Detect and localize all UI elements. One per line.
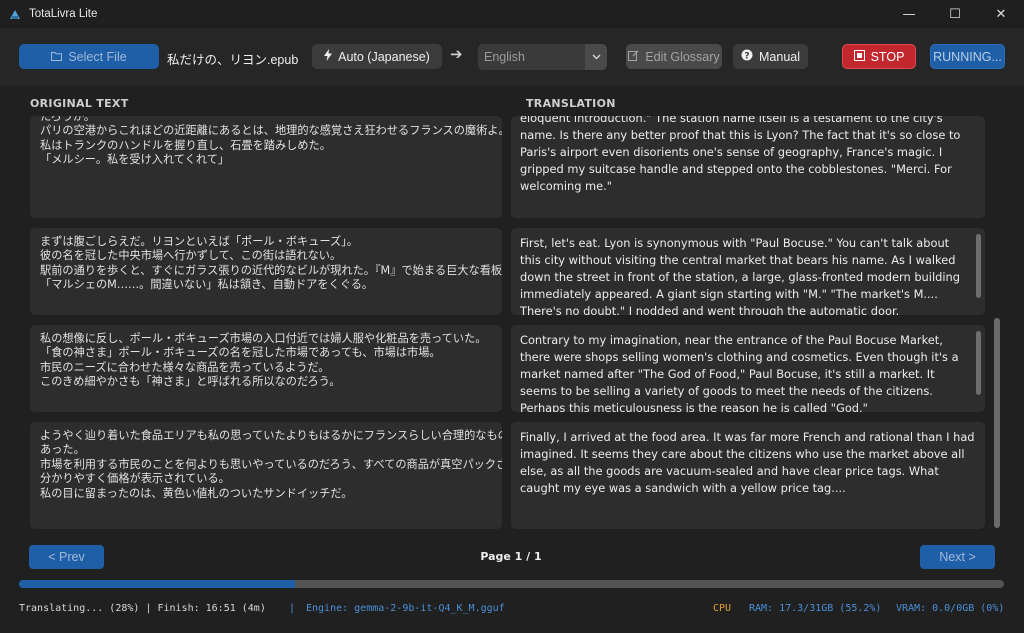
edit-glossary-button[interactable]: Edit Glossary bbox=[626, 44, 722, 69]
manual-button[interactable]: ? Manual bbox=[733, 44, 808, 69]
stop-icon bbox=[853, 49, 865, 64]
edit-glossary-label: Edit Glossary bbox=[645, 49, 720, 64]
translation-text: eloquent introduction." The station name… bbox=[520, 116, 961, 194]
translation-status: Translating... (28%) | Finish: 16:51 (4m… bbox=[19, 603, 266, 614]
arrow-right-icon: ➔ bbox=[450, 45, 463, 63]
manual-label: Manual bbox=[759, 49, 800, 64]
text-line: 「食の神さま」ポール・ボキューズの名を冠した市場であっても、市場は市場。 bbox=[40, 346, 441, 360]
translation-text: Contrary to my imagination, near the ent… bbox=[520, 333, 959, 412]
status-separator: | bbox=[289, 603, 296, 614]
text-line: 私の目に留まったのは、黄色い値札のついたサンドイッチだ。 bbox=[40, 486, 353, 500]
text-line: 市民のニーズに合わせた様々な商品を売っているようだ。 bbox=[40, 360, 330, 374]
page-indicator: Page 1 / 1 bbox=[480, 550, 542, 563]
ram-usage: RAM: 17.3/31GB (55.2%) bbox=[749, 603, 882, 614]
translation-text: First, let's eat. Lyon is synonymous wit… bbox=[520, 236, 960, 315]
stop-button[interactable]: STOP bbox=[842, 44, 916, 69]
close-button[interactable]: ✕ bbox=[978, 0, 1024, 28]
help-icon: ? bbox=[741, 49, 753, 64]
title-bar: TotaLivra Lite — ☐ ✕ bbox=[0, 0, 1024, 28]
select-file-label: Select File bbox=[68, 49, 127, 64]
source-language-label: Auto (Japanese) bbox=[338, 49, 430, 64]
text-line: 市場を利用する市民のことを何よりも思いやっているのだろう、すべての商品が真空パッ… bbox=[40, 457, 502, 471]
prev-page-button[interactable]: < Prev bbox=[29, 545, 104, 569]
stop-label: STOP bbox=[870, 49, 905, 64]
text-line: 彼の名を冠した中央市場へ行かずして、この街は語れない。 bbox=[40, 249, 342, 263]
next-page-button[interactable]: Next > bbox=[920, 545, 995, 569]
cpu-indicator: CPU bbox=[713, 603, 732, 614]
translation-text-box[interactable]: First, let's eat. Lyon is synonymous wit… bbox=[511, 228, 985, 315]
text-line: 「マルシェのM……。間違いない」私は頷き、自動ドアをくぐる。 bbox=[40, 278, 374, 292]
original-text-box[interactable]: まずは腹ごしらえだ。リヨンといえば「ポール・ボキューズ」。 彼の名を冠した中央市… bbox=[30, 228, 502, 315]
translation-text-box[interactable]: Contrary to my imagination, near the ent… bbox=[511, 325, 985, 412]
text-line: 分かりやすく価格が表示されている。 bbox=[40, 472, 230, 486]
text-line: ようやく辿り着いた食品エリアも私の思っていたよりもはるかにフランスらしい合理的な… bbox=[40, 429, 502, 442]
translation-scrollbar[interactable] bbox=[976, 234, 981, 298]
file-name: 私だけの、リヨン.epub bbox=[167, 53, 299, 67]
translation-text: Finally, I arrived at the food area. It … bbox=[520, 430, 975, 496]
folder-icon bbox=[51, 50, 63, 64]
running-label: RUNNING... bbox=[933, 49, 1002, 64]
translation-text-box[interactable]: Finally, I arrived at the food area. It … bbox=[511, 422, 985, 529]
text-line: 「メルシー。私を受け入れてくれて」 bbox=[40, 153, 230, 167]
maximize-button[interactable]: ☐ bbox=[932, 0, 978, 28]
original-text-box[interactable]: 私の想像に反し、ポール・ボキューズ市場の入口付近では婦人服や化粧品を売っていた。… bbox=[30, 325, 502, 412]
app-logo-icon bbox=[9, 8, 21, 20]
main-scrollbar-thumb[interactable] bbox=[994, 318, 1000, 528]
translation-progress-bar bbox=[19, 580, 1004, 588]
engine-info: Engine: gemma-2-9b-it-Q4_K_M.gguf bbox=[306, 603, 505, 614]
svg-text:?: ? bbox=[744, 51, 749, 61]
lightning-icon bbox=[324, 49, 333, 64]
target-language-value: English bbox=[484, 50, 525, 64]
window-title: TotaLivra Lite bbox=[29, 8, 98, 20]
edit-icon bbox=[628, 50, 639, 64]
select-file-button[interactable]: Select File bbox=[19, 44, 159, 69]
chevron-down-icon[interactable] bbox=[585, 44, 607, 70]
target-language-select[interactable]: English bbox=[478, 44, 607, 70]
source-language-button[interactable]: Auto (Japanese) bbox=[312, 44, 442, 69]
text-line: あった。 bbox=[40, 443, 85, 457]
original-text-header: ORIGINAL TEXT bbox=[30, 97, 129, 110]
vram-usage: VRAM: 0.0/0GB (0%) bbox=[896, 603, 1005, 614]
translation-text-box[interactable]: eloquent introduction." The station name… bbox=[511, 116, 985, 218]
text-line: 私の想像に反し、ポール・ボキューズ市場の入口付近では婦人服や化粧品を売っていた。 bbox=[40, 332, 487, 345]
text-line: このきめ細やかさも「神さま」と呼ばれる所以なのだろう。 bbox=[40, 375, 341, 389]
text-line: 駅前の通りを歩くと、すぐにガラス張りの近代的なビルが現れた。『M』で始まる巨大な… bbox=[40, 263, 502, 277]
text-line: 私はトランクのハンドルを握り直し、石畳を踏みしめた。 bbox=[40, 138, 331, 152]
running-status-button[interactable]: RUNNING... bbox=[930, 44, 1005, 69]
text-line: まずは腹ごしらえだ。リヨンといえば「ポール・ボキューズ」。 bbox=[40, 235, 358, 248]
minimize-button[interactable]: — bbox=[886, 0, 932, 28]
text-line: パリの空港からこれほどの近距離にあるとは、地理的な感覚さえ狂わせるフランスの魔術… bbox=[40, 124, 502, 138]
translation-header: TRANSLATION bbox=[526, 97, 616, 110]
translation-scrollbar[interactable] bbox=[976, 331, 981, 395]
original-text-box[interactable]: たろうか。 パリの空港からこれほどの近距離にあるとは、地理的な感覚さえ狂わせるフ… bbox=[30, 116, 502, 218]
original-text-box[interactable]: ようやく辿り着いた食品エリアも私の思っていたよりもはるかにフランスらしい合理的な… bbox=[30, 422, 502, 529]
progress-fill bbox=[19, 580, 295, 588]
